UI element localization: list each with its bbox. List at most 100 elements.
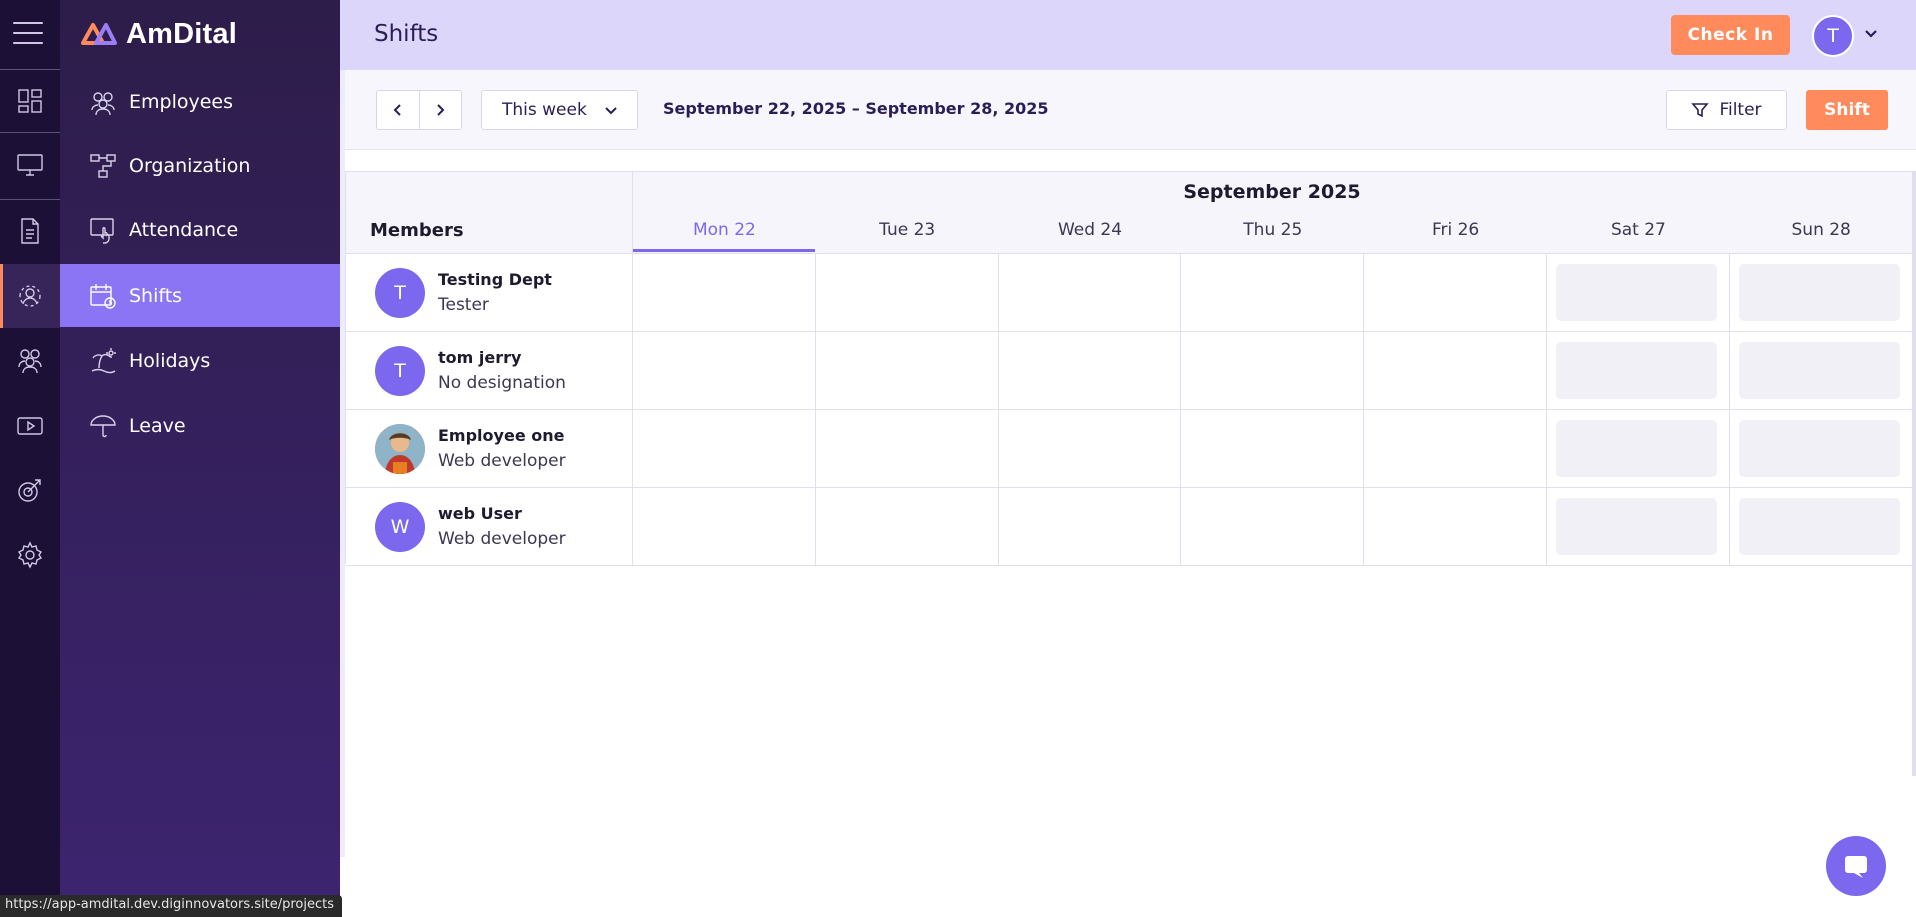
target-icon[interactable]	[0, 458, 60, 522]
sidebar-item-employees[interactable]: Employees	[60, 70, 340, 133]
sidebar-item-label: Leave	[129, 414, 186, 437]
weekend-cell[interactable]	[1728, 254, 1912, 331]
member-role: Web developer	[438, 529, 566, 549]
member-name: Testing Dept	[438, 270, 552, 289]
shift-cell[interactable]	[997, 254, 1181, 331]
people-circle-icon[interactable]	[0, 264, 60, 328]
sidebar-item-label: Organization	[129, 154, 251, 177]
member-name: web User	[438, 504, 522, 523]
weekend-cell[interactable]	[1546, 254, 1729, 331]
shift-cell[interactable]	[1363, 254, 1546, 331]
calendar-clock-icon	[90, 283, 116, 309]
shift-cell[interactable]	[814, 410, 998, 487]
sidebar-item-leave[interactable]: Leave	[60, 394, 340, 457]
org-chart-icon	[90, 153, 116, 178]
shift-cell[interactable]	[997, 332, 1181, 409]
sidebar-item-organization[interactable]: Organization	[60, 134, 340, 197]
date-range-label: September 22, 2025 – September 28, 2025	[663, 99, 1049, 118]
attendance-icon	[90, 217, 114, 244]
sidebar-item-label: Shifts	[129, 284, 183, 307]
member-name: Employee one	[438, 426, 565, 445]
gear-icon[interactable]	[0, 523, 60, 587]
user-avatar[interactable]: T	[1812, 15, 1854, 57]
shift-cell[interactable]	[1180, 488, 1363, 565]
member-row: Employee one Web developer	[346, 410, 1912, 488]
sidebar-item-shifts[interactable]: Shifts	[60, 264, 340, 327]
weekend-cell[interactable]	[1546, 488, 1729, 565]
day-header-thu[interactable]: Thu 25	[1181, 220, 1364, 240]
chevron-down-icon[interactable]	[1863, 26, 1879, 42]
chat-icon	[1845, 856, 1867, 878]
day-header-fri[interactable]: Fri 26	[1364, 220, 1547, 240]
range-select-value: This week	[502, 100, 587, 120]
shift-cell[interactable]	[1363, 410, 1546, 487]
avatar-photo	[375, 424, 425, 474]
status-bar-url: https://app-amdital.dev.diginnovators.si…	[0, 895, 342, 917]
weekend-block	[1738, 498, 1900, 555]
weekend-block	[1556, 420, 1717, 477]
shift-cell[interactable]	[997, 410, 1181, 487]
shift-cell[interactable]	[1363, 332, 1546, 409]
weekend-cell[interactable]	[1546, 410, 1729, 487]
shift-cell[interactable]	[632, 410, 815, 487]
weekend-block	[1556, 342, 1717, 399]
filter-button[interactable]: Filter	[1666, 90, 1787, 130]
avatar: T	[375, 268, 425, 318]
member-row: W web User Web developer	[346, 488, 1912, 566]
weekend-block	[1556, 264, 1717, 321]
shift-cell[interactable]	[997, 488, 1181, 565]
member-role: Web developer	[438, 451, 566, 471]
video-icon[interactable]	[0, 394, 60, 458]
avatar: W	[375, 502, 425, 552]
shift-cell[interactable]	[1363, 488, 1546, 565]
logo-icon	[81, 23, 117, 45]
sidebar: AmDital Employees Organization Attendanc…	[60, 0, 340, 917]
shift-cell[interactable]	[814, 332, 998, 409]
previous-week-button[interactable]	[377, 91, 419, 129]
filter-icon	[1691, 103, 1710, 118]
shift-cell[interactable]	[1180, 410, 1363, 487]
check-in-button[interactable]: Check In	[1671, 15, 1790, 55]
chevron-left-icon	[393, 104, 401, 116]
menu-icon[interactable]	[13, 22, 43, 46]
brand-name: AmDital	[126, 17, 237, 50]
scrollbar[interactable]	[1912, 171, 1916, 776]
brand-logo[interactable]: AmDital	[80, 14, 237, 54]
members-column-header: Members	[370, 220, 464, 241]
avatar: T	[375, 346, 425, 396]
weekend-block	[1738, 420, 1900, 477]
shift-cell[interactable]	[632, 332, 815, 409]
shift-cell[interactable]	[1180, 332, 1363, 409]
shift-cell[interactable]	[632, 488, 815, 565]
sidebar-item-attendance[interactable]: Attendance	[60, 198, 340, 261]
team-icon[interactable]	[0, 328, 60, 392]
add-shift-button[interactable]: Shift	[1806, 90, 1888, 130]
weekend-cell[interactable]	[1728, 410, 1912, 487]
dashboard-icon[interactable]	[0, 69, 60, 133]
weekend-block	[1738, 264, 1900, 321]
document-icon[interactable]	[0, 199, 60, 263]
schedule-toolbar: This week September 22, 2025 – September…	[345, 70, 1916, 150]
day-header-sat[interactable]: Sat 27	[1547, 220, 1730, 240]
weekend-cell[interactable]	[1546, 332, 1729, 409]
next-week-button[interactable]	[418, 91, 461, 129]
weekend-block	[1556, 498, 1717, 555]
weekend-cell[interactable]	[1728, 332, 1912, 409]
range-select[interactable]: This week	[481, 90, 638, 130]
sidebar-item-holidays[interactable]: Holidays	[60, 329, 340, 392]
shift-cell[interactable]	[814, 254, 998, 331]
shift-cell[interactable]	[632, 254, 815, 331]
day-header-sun[interactable]: Sun 28	[1730, 220, 1913, 240]
member-name: tom jerry	[438, 348, 522, 367]
sidebar-item-label: Holidays	[129, 349, 211, 372]
day-header-tue[interactable]: Tue 23	[816, 220, 999, 240]
shift-cell[interactable]	[814, 488, 998, 565]
schedule-grid-header: Members September 2025 Mon 22 Tue 23 Wed…	[346, 172, 1912, 254]
monitor-icon[interactable]	[0, 133, 60, 197]
chat-button[interactable]	[1826, 836, 1886, 896]
schedule-grid: Members September 2025 Mon 22 Tue 23 Wed…	[345, 171, 1913, 566]
weekend-cell[interactable]	[1728, 488, 1912, 565]
day-header-mon[interactable]: Mon 22	[633, 220, 816, 240]
shift-cell[interactable]	[1180, 254, 1363, 331]
day-header-wed[interactable]: Wed 24	[999, 220, 1182, 240]
